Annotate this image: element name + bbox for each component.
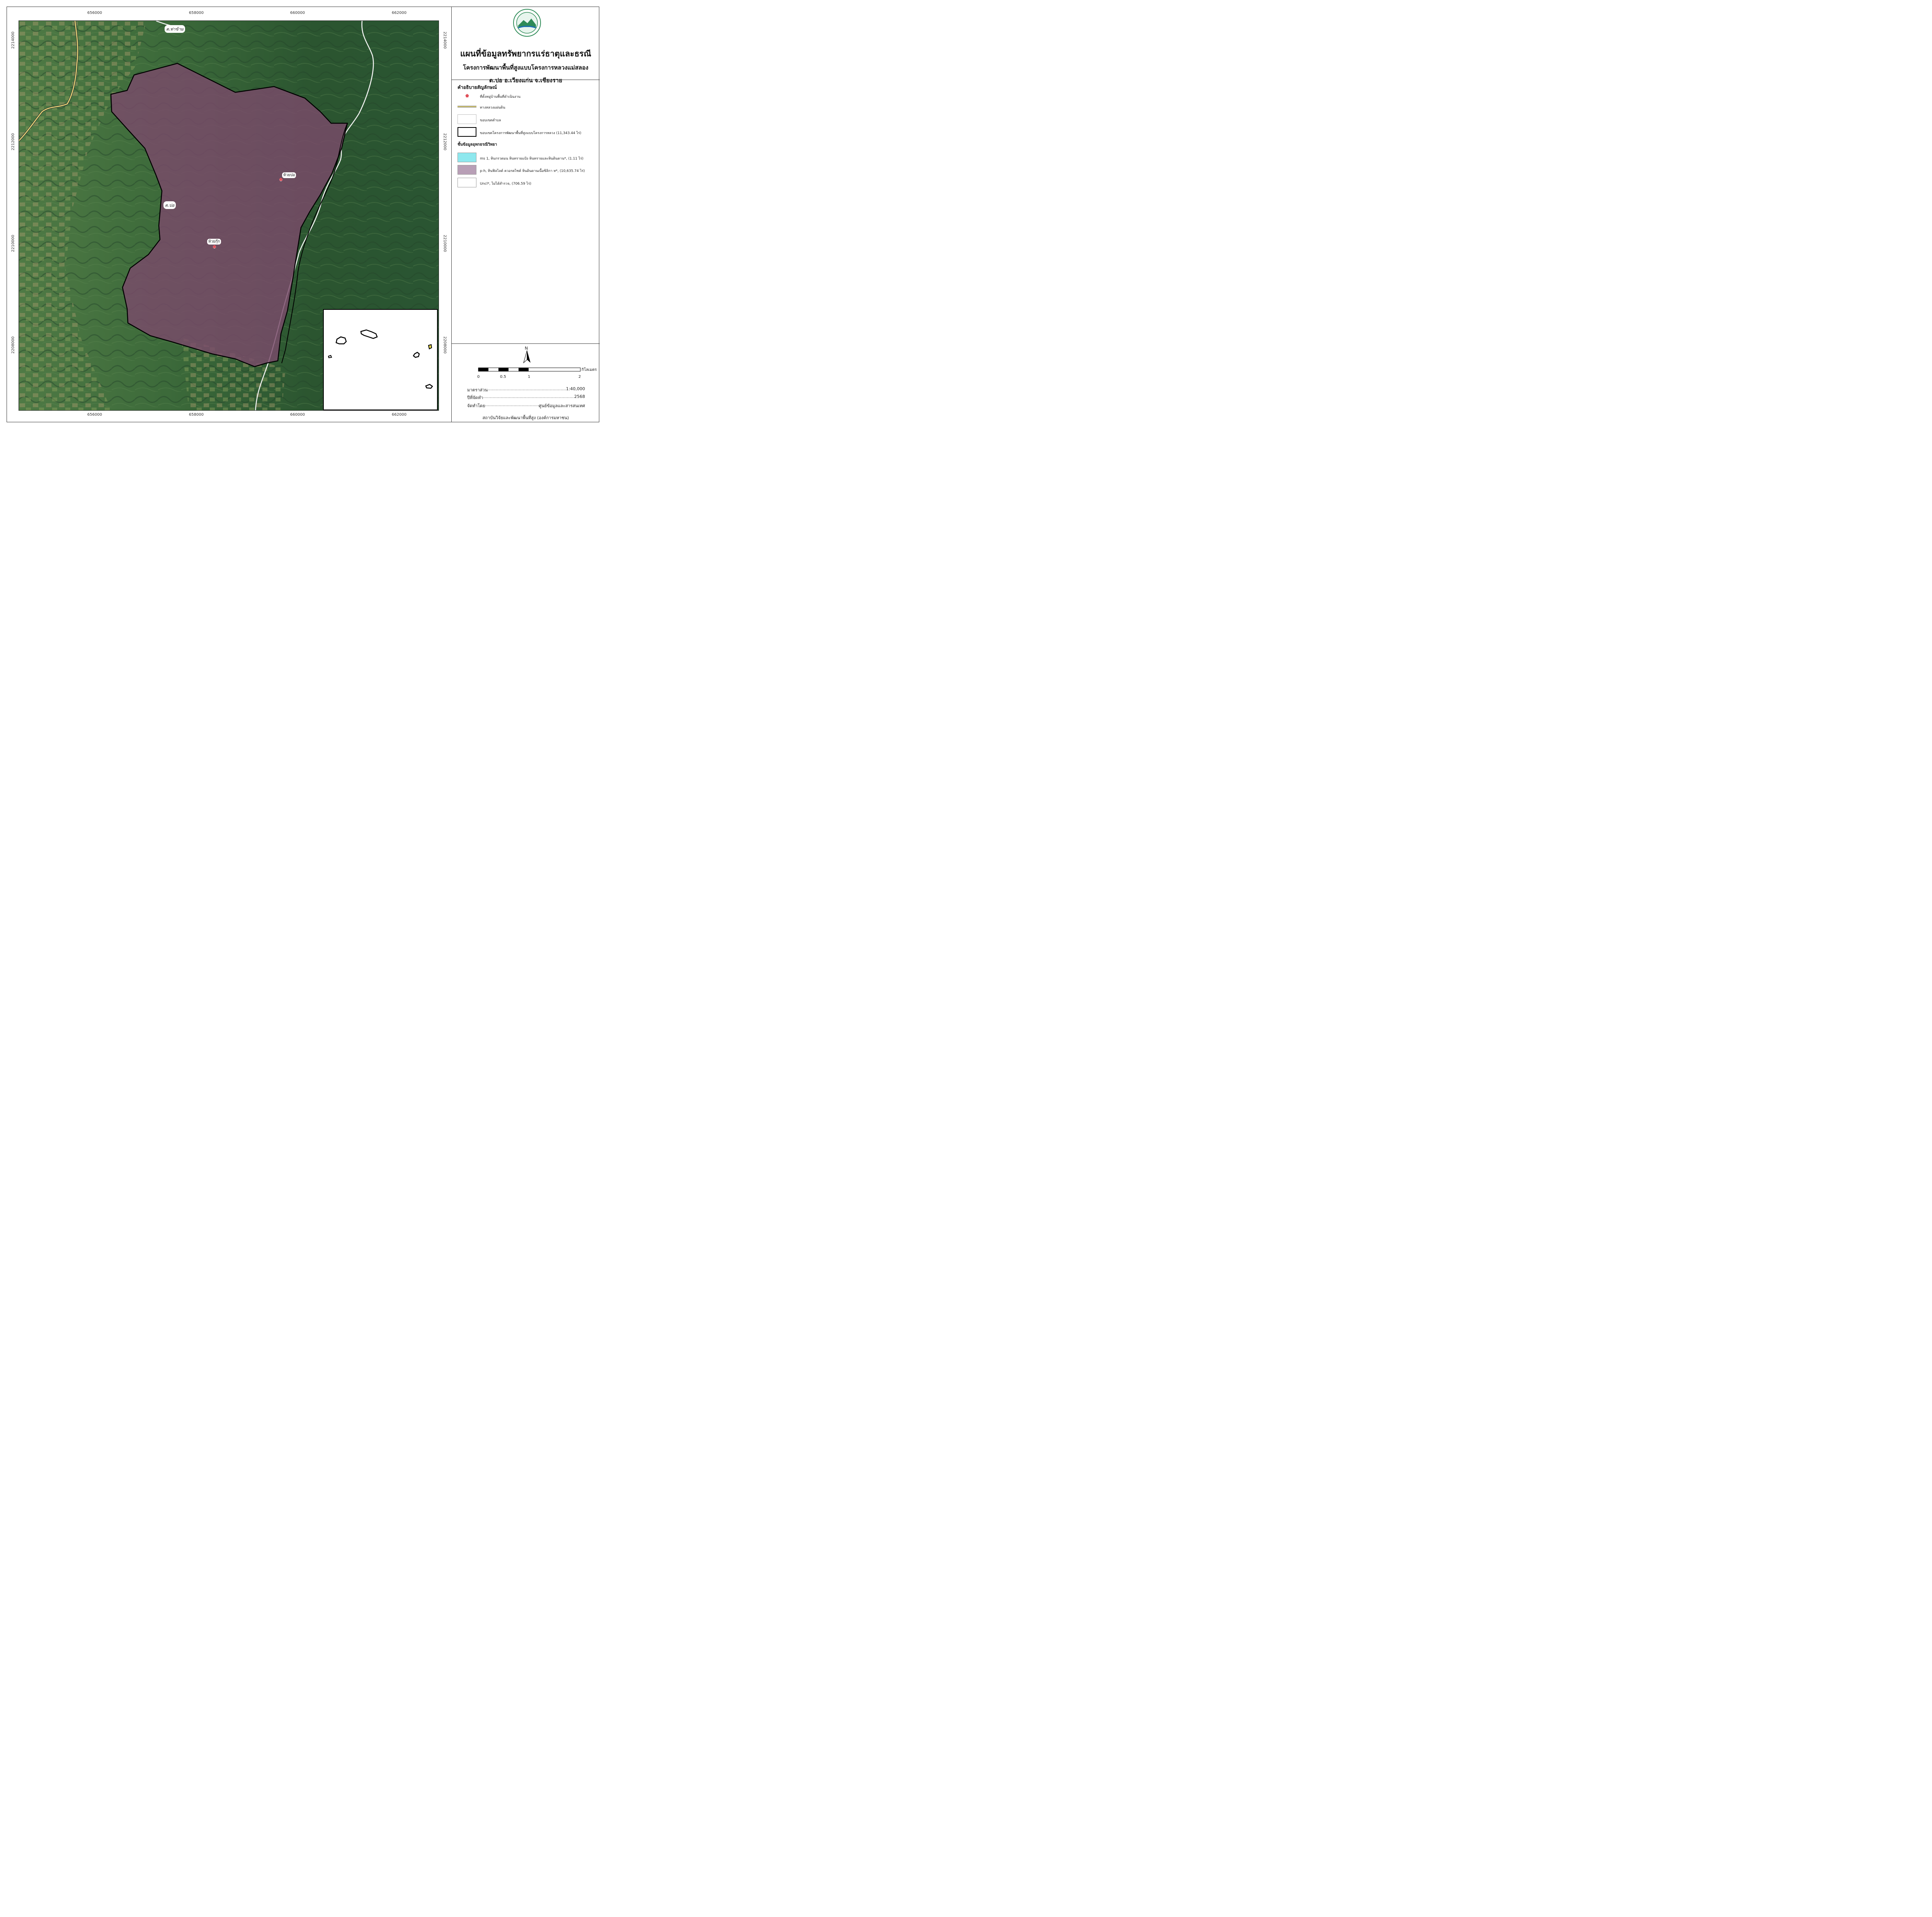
legend-subdistrict-boundary: ขอบเขตตำบล [480, 119, 501, 122]
x-tick-top-656000: 656000 [87, 11, 102, 15]
info-row-scale: มาตราส่วน ..............................… [467, 386, 585, 393]
inset-area-4 [413, 352, 420, 358]
inset-current-area [428, 344, 432, 350]
geology-heading: ชั้นข้อมูลอุทกธรณีวิทยา [457, 143, 497, 147]
made-by-value: ศูนย์ข้อมูลและสารสนเทศ [539, 403, 585, 408]
x-tick-bottom-662000: 662000 [391, 413, 407, 417]
x-tick-bottom-656000: 656000 [87, 413, 102, 417]
scale-label-1: 1 [528, 375, 531, 379]
y-tick-right-2210000: 2210000 [442, 235, 447, 252]
legend-geology-uncl: Uncl*, ไม่ได้สำรวจ, (706.59 ไร่) [480, 182, 531, 186]
project-boundary-swatch [457, 127, 476, 137]
made-by-dots: ........................................… [485, 402, 539, 407]
legend-geology-ph: p-h, หินฟิลไลต์ ควอรตไซต์ หินดินดานเนื้อ… [480, 169, 585, 173]
inset-map-drawing [328, 329, 433, 389]
legend-village-point: ที่ตั้งหมู่บ้านพื้นที่ดำเนินงาน [480, 95, 520, 99]
map-canvas[interactable]: ต.ท่าข้าม ต.ปอ ห้วยปอ ห้วยกุ๊ก [19, 20, 439, 411]
scale-label-0-5: 0.5 [500, 375, 506, 379]
scale-divider [452, 343, 600, 344]
place-label-po: ต.ปอ [163, 201, 176, 209]
village-label-huai-kuk: ห้วยกุ๊ก [207, 239, 221, 245]
info-row-made-by: จัดทำโดย ...............................… [467, 402, 585, 409]
x-tick-top-660000: 660000 [290, 11, 305, 15]
year-dots: ........................................… [483, 394, 574, 399]
organization-name: สถาบันวิจัยและพัฒนาพื้นที่สูง (องค์การมห… [482, 415, 569, 420]
info-row-year: ปีที่จัดทำ .............................… [467, 394, 585, 401]
place-label-tha-kham: ต.ท่าข้าม [165, 25, 185, 33]
x-tick-bottom-660000: 660000 [290, 413, 305, 417]
legend-heading: คำอธิบายสัญลักษณ์ [457, 85, 497, 90]
scale-label-2: 2 [578, 375, 581, 379]
subdistrict-boundary-swatch [457, 114, 476, 124]
north-arrow-icon [523, 350, 531, 364]
scale-ratio-value: 1:40,000 [566, 386, 585, 391]
x-tick-bottom-658000: 658000 [189, 413, 204, 417]
geology-uncl-swatch [457, 178, 476, 187]
y-tick-left-2210000: 2210000 [11, 235, 15, 252]
inset-area-1 [335, 336, 347, 345]
map-subtitle: โครงการพัฒนาพื้นที่สูงแบบโครงการหลวงแม่ส… [463, 64, 588, 71]
highway-symbol [457, 106, 476, 107]
village-label-huai-po: ห้วยปอ [282, 172, 296, 178]
geology-ph-swatch [457, 165, 476, 175]
y-tick-right-2208000: 2208000 [442, 336, 447, 354]
x-tick-top-662000: 662000 [391, 11, 407, 15]
map-title: แผนที่ข้อมูลทรัพยากรแร่ธาตุและธรณี [460, 49, 592, 58]
y-tick-left-2208000: 2208000 [11, 336, 15, 354]
inset-area-3 [328, 355, 332, 359]
y-tick-left-2214000: 2214000 [11, 31, 15, 49]
scale-label-0: 0 [477, 375, 480, 379]
scale-unit: กิโลเมตร [582, 368, 597, 372]
inset-map[interactable] [323, 309, 438, 410]
geology-ms1-swatch [457, 153, 476, 162]
organization-logo-icon [513, 9, 541, 37]
x-tick-top-658000: 658000 [189, 11, 204, 15]
inset-area-2 [360, 329, 378, 339]
legend-highway: ทางหลวงแผ่นดิน [480, 106, 505, 110]
scale-bar [478, 367, 581, 372]
y-tick-right-2214000: 2214000 [442, 31, 447, 49]
year-value: 2568 [574, 394, 585, 399]
year-label: ปีที่จัดทำ [467, 395, 483, 400]
made-by-label: จัดทำโดย [467, 403, 485, 408]
inset-area-5 [425, 384, 433, 389]
village-point-icon [465, 93, 469, 98]
scale-ratio-dots: ........................................… [488, 386, 566, 391]
legend-geology-ms1: ms 1, หินกรวดมน หินทรายแป้ง หินทรายและหิ… [480, 157, 583, 161]
y-tick-right-2212000: 2212000 [442, 133, 447, 151]
y-tick-left-2212000: 2212000 [11, 133, 15, 151]
legend-project-boundary: ขอบเขตโครงการพัฒนาพื้นที่สูงแบบโครงการหล… [480, 131, 582, 135]
scale-ratio-label: มาตราส่วน [467, 387, 488, 393]
side-panel: แผนที่ข้อมูลทรัพยากรแร่ธาตุและธรณี โครงก… [451, 7, 600, 422]
